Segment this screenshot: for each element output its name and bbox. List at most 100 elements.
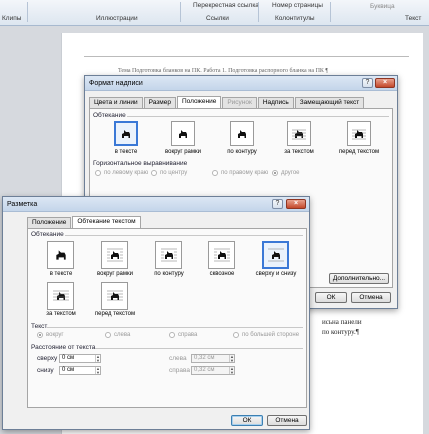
tab-position[interactable]: Положение — [176, 96, 222, 108]
dog-icon — [179, 129, 187, 138]
layout-dialog-tabs: Положение Обтекание текстом — [27, 216, 141, 228]
wrap-top-bottom-button[interactable] — [262, 241, 289, 269]
distance-bottom-label: снизу — [37, 367, 54, 374]
group-divider — [127, 116, 389, 117]
distance-right-label: справа — [169, 367, 190, 374]
distance-top-input[interactable]: 0 см ▲ ▼ — [59, 354, 101, 363]
wrap-inline-button[interactable] — [47, 241, 74, 269]
align-left-radio[interactable]: по левому краю — [95, 170, 148, 176]
radio-dot — [272, 170, 278, 176]
text-right-label: справа — [178, 332, 198, 338]
layout-ok-button[interactable]: ОК — [231, 415, 263, 426]
dog-through-icon — [213, 248, 230, 262]
dog-icon — [238, 129, 246, 138]
format-dialog-titlebar: Формат надписи ? × — [85, 76, 397, 91]
drop-cap-button[interactable]: Буквица — [370, 3, 395, 10]
dog-behind-text-icon — [292, 129, 306, 139]
dog-tight-icon — [160, 248, 177, 262]
distance-top-value: 0 см — [62, 355, 75, 361]
text-both-sides-radio[interactable]: вокруг — [37, 332, 64, 338]
horizontal-align-label: Горизонтальное выравнивание — [93, 160, 188, 167]
wrap-tight-button[interactable] — [230, 121, 254, 146]
document-text-line: по контуру.¶ — [322, 328, 359, 336]
radio-dot — [95, 170, 101, 176]
radio-dot — [212, 170, 218, 176]
format-cancel-button[interactable]: Отмена — [351, 292, 391, 303]
wrap-front-button[interactable] — [101, 282, 128, 310]
text-right-radio[interactable]: справа — [169, 332, 197, 338]
distance-left-value: 0,32 см — [194, 355, 215, 361]
tab-alt-text[interactable]: Замещающий текст — [294, 97, 365, 108]
group-divider — [47, 327, 303, 328]
wrap-behind-button[interactable] — [47, 282, 74, 310]
wrap-inline-button[interactable] — [114, 121, 138, 146]
tab-picture[interactable]: Рисунок — [222, 97, 257, 108]
help-button[interactable]: ? — [272, 199, 283, 209]
distance-top-label: сверху — [37, 355, 58, 362]
format-ok-button[interactable]: ОК — [315, 292, 347, 303]
ribbon-headers-label: Колонтитулы — [275, 15, 315, 22]
close-button[interactable]: × — [286, 199, 306, 209]
wrap-behind-label: за текстом — [284, 149, 314, 155]
format-dialog-tabs: Цвета и линии Размер Положение Рисунок Н… — [89, 96, 365, 108]
wrap-top-bottom-label: сверху и снизу — [255, 271, 297, 277]
ribbon-separator — [27, 2, 28, 22]
wrap-inline-label: в тексте — [114, 149, 138, 155]
distance-bottom-value: 0 см — [62, 367, 75, 373]
align-center-radio[interactable]: по центру — [151, 170, 187, 176]
wrap-through-button[interactable] — [208, 241, 235, 269]
help-button[interactable]: ? — [362, 78, 373, 88]
dog-top-bottom-icon — [267, 248, 284, 262]
text-left-radio[interactable]: слева — [105, 332, 130, 338]
distance-left-input[interactable]: 0,32 см ▲ ▼ — [191, 354, 235, 363]
group-divider — [65, 235, 303, 236]
spinner-arrows-icon[interactable]: ▲ ▼ — [229, 367, 234, 374]
close-button[interactable]: × — [375, 78, 395, 88]
radio-dot — [151, 170, 157, 176]
radio-dot — [169, 332, 175, 338]
ribbon-separator — [180, 2, 181, 22]
ribbon-separator — [258, 2, 259, 22]
text-largest-side-radio[interactable]: по большей стороне — [233, 332, 299, 338]
distance-left-label: слева — [169, 355, 187, 362]
wrap-tight-button[interactable] — [155, 241, 182, 269]
group-divider — [95, 348, 303, 349]
text-left-label: слева — [114, 332, 131, 338]
dog-front-text-icon — [106, 290, 123, 301]
distance-right-input[interactable]: 0,32 см ▲ ▼ — [191, 366, 235, 375]
align-other-radio[interactable]: другое — [272, 170, 300, 176]
text-both-sides-label: вокруг — [46, 332, 64, 338]
distance-group-label: Расстояние от текста — [31, 344, 96, 351]
tab-colors-lines[interactable]: Цвета и линии — [89, 97, 143, 108]
wrap-group-label: Обтекание — [31, 231, 64, 238]
tab-position[interactable]: Положение — [27, 217, 72, 228]
page-number-button[interactable]: Номер страницы — [272, 2, 323, 9]
wrap-square-button[interactable] — [101, 241, 128, 269]
align-right-radio[interactable]: по правому краю — [212, 170, 268, 176]
wrap-tight-label: по контуру — [227, 149, 257, 155]
layout-cancel-button[interactable]: Отмена — [267, 415, 307, 426]
wrap-square-button[interactable] — [171, 121, 195, 146]
align-right-label: по правому краю — [221, 170, 269, 176]
wrap-square-label: вокруг рамки — [165, 149, 201, 155]
text-group-label: Текст — [31, 323, 48, 330]
tab-textbox[interactable]: Надпись — [257, 97, 294, 108]
distance-bottom-input[interactable]: 0 см ▲ ▼ — [59, 366, 101, 375]
wrap-front-button[interactable] — [347, 121, 371, 146]
wrap-behind-button[interactable] — [287, 121, 311, 146]
dog-square-icon — [106, 248, 123, 262]
align-other-label: другое — [281, 170, 300, 176]
document-text-line: Тема Подготовка бланков на ПК. Работа 1.… — [118, 68, 329, 74]
layout-dialog-titlebar: Разметка ? × — [3, 197, 309, 212]
cross-reference-button[interactable]: Перекрестная ссылка — [193, 2, 259, 9]
spinner-arrows-icon[interactable]: ▲ ▼ — [229, 355, 234, 362]
document-text-line: исьна панели — [322, 318, 362, 326]
spinner-arrows-icon[interactable]: ▲ ▼ — [95, 355, 100, 362]
tab-size[interactable]: Размер — [143, 97, 176, 108]
ribbon-links-label: Ссылки — [206, 15, 229, 22]
spinner-arrows-icon[interactable]: ▲ ▼ — [95, 367, 100, 374]
wrap-group-label: Обтекание — [93, 112, 126, 119]
radio-dot — [233, 332, 239, 338]
advanced-button[interactable]: Дополнительно... — [329, 273, 389, 284]
tab-text-wrapping[interactable]: Обтекание текстом — [72, 216, 141, 228]
